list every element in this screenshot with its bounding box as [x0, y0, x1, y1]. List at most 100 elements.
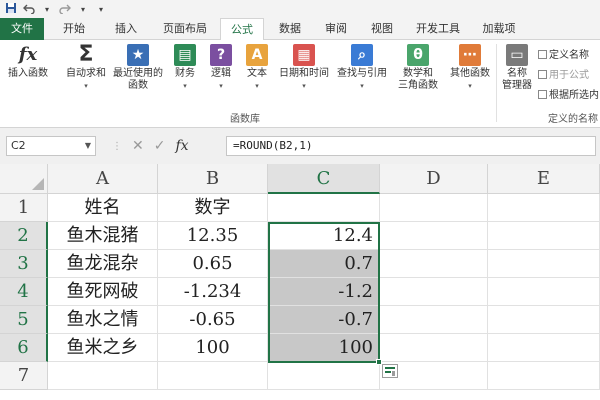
cell-b3[interactable]: 0.65	[158, 250, 268, 278]
name-manager-button[interactable]: ▭ 名称 管理器	[498, 44, 536, 92]
cell-c2[interactable]: 12.4	[268, 222, 380, 250]
date-time-button[interactable]: ▦ 日期和时间 ▾	[276, 44, 332, 92]
use-in-formula-icon	[538, 70, 547, 79]
chevron-down-icon: ▾	[360, 82, 364, 90]
cell-a6[interactable]: 鱼米之乡	[48, 334, 158, 362]
chevron-down-icon: ▾	[302, 82, 306, 90]
cell-c1[interactable]	[268, 194, 380, 222]
lookup-reference-button[interactable]: ⌕ 查找与引用 ▾	[334, 44, 390, 92]
insert-function-button[interactable]: fx 插入函数	[4, 44, 52, 80]
cell-a1[interactable]: 姓名	[48, 194, 158, 222]
cell-e5[interactable]	[488, 306, 600, 334]
cell-a4[interactable]: 鱼死网破	[48, 278, 158, 306]
chevron-down-icon: ▾	[84, 82, 88, 90]
cell-d3[interactable]	[380, 250, 488, 278]
create-from-selection-button[interactable]: 根据所选内	[538, 86, 599, 101]
row-header-2[interactable]: 2	[0, 222, 48, 250]
row-header-6[interactable]: 6	[0, 334, 48, 362]
financial-button[interactable]: ▤ 财务 ▾	[168, 44, 202, 92]
tab-page-layout[interactable]: 页面布局	[154, 18, 216, 40]
cell-c3[interactable]: 0.7	[268, 250, 380, 278]
fx-icon: fx	[18, 44, 38, 65]
formula-input[interactable]: =ROUND(B2,1)	[226, 136, 596, 156]
button-label: 最近使用的	[113, 68, 163, 79]
cell-d2[interactable]	[380, 222, 488, 250]
cell-b5[interactable]: -0.65	[158, 306, 268, 334]
recently-used-button[interactable]: ★ 最近使用的 函数	[110, 44, 166, 92]
quick-analysis-icon[interactable]	[382, 364, 398, 378]
define-name-button[interactable]: 定义名称	[538, 46, 589, 61]
button-label: 逻辑	[211, 68, 231, 79]
column-header-b[interactable]: B	[158, 164, 268, 194]
name-box[interactable]: C2 ▼	[6, 136, 96, 156]
define-name-icon	[538, 50, 547, 59]
select-all-corner[interactable]	[0, 164, 48, 194]
cell-c5[interactable]: -0.7	[268, 306, 380, 334]
cell-e2[interactable]	[488, 222, 600, 250]
use-in-formula-button[interactable]: 用于公式	[538, 66, 589, 81]
tab-home[interactable]: 开始	[52, 18, 96, 40]
cell-b1[interactable]: 数字	[158, 194, 268, 222]
formula-buttons: ⋮ ✕ ✓ fx	[112, 136, 189, 156]
name-manager-icon: ▭	[506, 44, 528, 66]
button-label: 插入函数	[8, 68, 48, 79]
cell-d6[interactable]	[380, 334, 488, 362]
cell-d5[interactable]	[380, 306, 488, 334]
row-header-5[interactable]: 5	[0, 306, 48, 334]
button-label: 查找与引用	[337, 68, 387, 79]
more-functions-button[interactable]: ⋯ 其他函数 ▾	[446, 44, 494, 92]
ribbon-separator	[496, 44, 497, 122]
cell-e4[interactable]	[488, 278, 600, 306]
column-header-d[interactable]: D	[380, 164, 488, 194]
row-header-1[interactable]: 1	[0, 194, 48, 222]
redo-icon[interactable]	[58, 2, 72, 17]
save-icon[interactable]	[4, 2, 18, 17]
cell-c4[interactable]: -1.2	[268, 278, 380, 306]
tab-developer[interactable]: 开发工具	[410, 18, 466, 40]
cell-a7[interactable]	[48, 362, 158, 390]
calendar-icon: ▦	[293, 44, 315, 66]
cell-a2[interactable]: 鱼木混猪	[48, 222, 158, 250]
cell-e3[interactable]	[488, 250, 600, 278]
tab-addins[interactable]: 加载项	[474, 18, 524, 40]
chevron-down-icon[interactable]: ▼	[85, 137, 91, 155]
math-trig-button[interactable]: θ 数学和 三角函数	[392, 44, 444, 92]
cell-a3[interactable]: 鱼龙混杂	[48, 250, 158, 278]
cell-b6[interactable]: 100	[158, 334, 268, 362]
column-header-a[interactable]: A	[48, 164, 158, 194]
dropdown-arrow-icon[interactable]: ▾	[76, 5, 90, 14]
cell-c7[interactable]	[268, 362, 380, 390]
text-button[interactable]: A 文本 ▾	[242, 44, 272, 92]
cell-e1[interactable]	[488, 194, 600, 222]
logical-button[interactable]: ? 逻辑 ▾	[206, 44, 236, 92]
cell-c6[interactable]: 100	[268, 334, 380, 362]
cell-a5[interactable]: 鱼水之情	[48, 306, 158, 334]
tab-review[interactable]: 审阅	[316, 18, 356, 40]
column-header-c[interactable]: C	[268, 164, 380, 194]
customize-qat-icon[interactable]: ▾	[94, 5, 108, 14]
tab-data[interactable]: 数据	[270, 18, 310, 40]
cell-d1[interactable]	[380, 194, 488, 222]
tab-view[interactable]: 视图	[362, 18, 402, 40]
autosum-button[interactable]: Σ 自动求和 ▾	[60, 44, 112, 92]
row-header-7[interactable]: 7	[0, 362, 48, 390]
column-header-e[interactable]: E	[488, 164, 600, 194]
row-header-3[interactable]: 3	[0, 250, 48, 278]
tab-file[interactable]: 文件	[0, 18, 44, 40]
dropdown-arrow-icon[interactable]: ▾	[40, 5, 54, 14]
row-header-4[interactable]: 4	[0, 278, 48, 306]
cell-e6[interactable]	[488, 334, 600, 362]
enter-icon[interactable]: ✓	[154, 138, 166, 154]
cell-b7[interactable]	[158, 362, 268, 390]
worksheet-grid[interactable]: A B C D E 1 2 3 4 5 6 7 姓名 数字 鱼木混猪 12.35…	[0, 164, 600, 400]
cancel-icon[interactable]: ✕	[132, 138, 144, 154]
cell-b4[interactable]: -1.234	[158, 278, 268, 306]
cell-d4[interactable]	[380, 278, 488, 306]
title-bar: ▾ ▾ ▾	[0, 0, 600, 18]
tab-insert[interactable]: 插入	[104, 18, 148, 40]
cell-b2[interactable]: 12.35	[158, 222, 268, 250]
undo-icon[interactable]	[22, 2, 36, 17]
insert-function-icon[interactable]: fx	[175, 138, 188, 154]
cell-e7[interactable]	[488, 362, 600, 390]
tab-formulas[interactable]: 公式	[220, 18, 264, 41]
